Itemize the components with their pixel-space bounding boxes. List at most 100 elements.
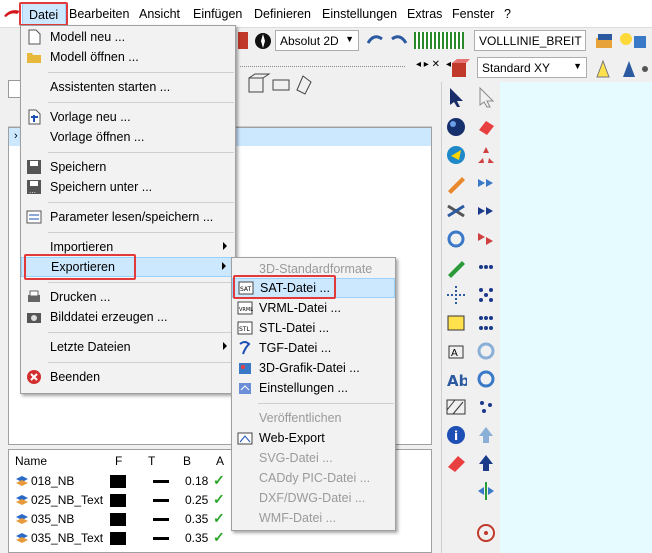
line-type-value: VOLLLINIE_BREIT [479,34,582,48]
menu-item-vorlage-neu[interactable]: Vorlage neu ... [21,107,235,127]
open-folder-icon [27,53,41,63]
view-toolbar: ◂ Standard XY ▼ [441,53,652,82]
menu-ansicht[interactable]: Ansicht [139,7,180,21]
layer-linetype[interactable] [153,537,169,540]
text-style-icon[interactable]: Ab [445,368,467,390]
menu-item-letzte-dateien[interactable]: Letzte Dateien [21,337,235,357]
menu-item-modell-neu[interactable]: Modell neu ... [21,27,235,47]
compass-icon[interactable] [475,522,497,544]
camera-icon [27,313,41,323]
green-pen-icon[interactable] [445,256,467,278]
mirror-icon[interactable] [475,480,497,502]
check-icon[interactable]: ✓ [213,529,225,546]
grid-pattern-icon[interactable] [414,32,464,49]
check-icon[interactable]: ✓ [213,472,225,489]
view-mode-select[interactable]: Absolut 2D ▼ [275,30,359,51]
menu-separator [48,72,234,73]
move-double-icon[interactable] [475,200,497,222]
layer-tools-icon[interactable] [594,30,650,52]
layer-color-swatch[interactable] [110,532,126,545]
parameter-icon [26,210,42,224]
color-swatch[interactable] [238,32,248,49]
drawing-canvas[interactable] [500,82,652,553]
panel-pin-icon[interactable]: ◂ ▸ ✕ [416,59,440,70]
select-arrow-icon[interactable] [445,86,467,108]
sphere-icon[interactable] [445,116,467,138]
layer-linetype[interactable] [153,518,169,521]
menu-extras[interactable]: Extras [407,7,442,21]
dot-array-icon[interactable] [475,312,497,334]
menu-help[interactable]: ? [504,7,511,21]
menu-item-bilddatei[interactable]: Bilddatei erzeugen ... [21,307,235,327]
refresh-icon[interactable] [475,340,497,362]
arrow-up-icon[interactable] [475,424,497,446]
menu-item-modell-oeffnen[interactable]: Modell öffnen ... [21,47,235,67]
arrow-up-bold-icon[interactable] [475,452,497,474]
menu-fenster[interactable]: Fenster [452,7,494,21]
menu-item-label: Parameter lesen/speichern ... [50,210,214,224]
view-tools-icon[interactable] [593,57,649,79]
rotate-icon[interactable] [445,228,467,250]
dot-grid-icon[interactable] [475,256,497,278]
menu-einstellungen[interactable]: Einstellungen [322,7,397,21]
line-type-select[interactable]: VOLLLINIE_BREIT [474,30,586,51]
layer-color-swatch[interactable] [110,494,126,507]
column-header-t[interactable]: T [148,454,155,468]
menu-item-beenden[interactable]: Beenden [21,367,235,387]
menu-einfuegen[interactable]: Einfügen [193,7,242,21]
measure-icon[interactable] [445,200,467,222]
menu-item-web-export[interactable]: Web-Export [232,428,395,448]
layer-color-swatch[interactable] [110,513,126,526]
text-label-icon[interactable]: A [445,340,467,362]
dot-matrix-icon[interactable] [475,284,497,306]
tri-arrow-icon[interactable] [475,144,497,166]
move-red-icon[interactable] [475,228,497,250]
info-icon[interactable]: i [445,424,467,446]
crosshair-icon[interactable] [445,284,467,306]
view-select[interactable]: Standard XY ▼ [477,57,587,78]
select-outline-icon[interactable] [475,86,497,108]
check-icon[interactable]: ✓ [213,510,225,527]
close-icon [27,370,41,384]
column-header-a[interactable]: A [216,454,224,468]
menu-item-tgf-datei[interactable]: TGF-Datei ... [232,338,395,358]
save-icon [27,160,41,174]
menu-item-vrml-datei[interactable]: VRML VRML-Datei ... [232,298,395,318]
undo-redo-icon[interactable] [364,31,410,51]
menu-item-caddy-pic-datei: CADdy PIC-Datei ... [232,468,395,488]
dimension-icon[interactable] [445,312,467,334]
table-row[interactable]: 035_NB_Text 0.35 ✓ [9,529,431,548]
scatter-dots-icon[interactable] [475,396,497,418]
color-picker-icon[interactable] [445,144,467,166]
move-right-icon[interactable] [475,172,497,194]
column-header-f[interactable]: F [115,454,122,468]
layer-linetype[interactable] [153,480,169,483]
menu-bearbeiten[interactable]: Bearbeiten [69,7,129,21]
menu-item-speichern[interactable]: Speichern [21,157,235,177]
panel-3d-tools-icon[interactable] [239,72,323,98]
svg-text:…: … [29,187,36,195]
cube-select-icon[interactable] [475,116,497,138]
menu-item-3d-grafik-datei[interactable]: 3D-Grafik-Datei ... [232,358,395,378]
layer-icon [16,495,28,505]
rotate-view-icon[interactable] [475,368,497,390]
menu-bar: Datei Bearbeiten Ansicht Einfügen Defini… [0,0,652,28]
layer-color-swatch[interactable] [110,475,126,488]
menu-item-drucken[interactable]: Drucken ... [21,287,235,307]
menu-item-parameter[interactable]: Parameter lesen/speichern ... [21,207,235,227]
view-cube-icon[interactable] [448,57,470,79]
check-icon[interactable]: ✓ [213,491,225,508]
menu-item-assistenten[interactable]: Assistenten starten ... [21,77,235,97]
pencil-icon[interactable] [445,172,467,194]
hatch-icon[interactable] [445,396,467,418]
tree-expand-icon[interactable]: › [14,130,18,142]
menu-item-einstellungen[interactable]: Einstellungen ... [232,378,395,398]
menu-definieren[interactable]: Definieren [254,7,311,21]
column-header-b[interactable]: B [183,454,191,468]
eraser-icon[interactable] [445,452,467,474]
menu-item-vorlage-oeffnen[interactable]: Vorlage öffnen ... [21,127,235,147]
menu-item-stl-datei[interactable]: STL STL-Datei ... [232,318,395,338]
column-header-name[interactable]: Name [15,454,47,468]
menu-item-speichern-unter[interactable]: … Speichern unter ... [21,177,235,197]
layer-linetype[interactable] [153,499,169,502]
